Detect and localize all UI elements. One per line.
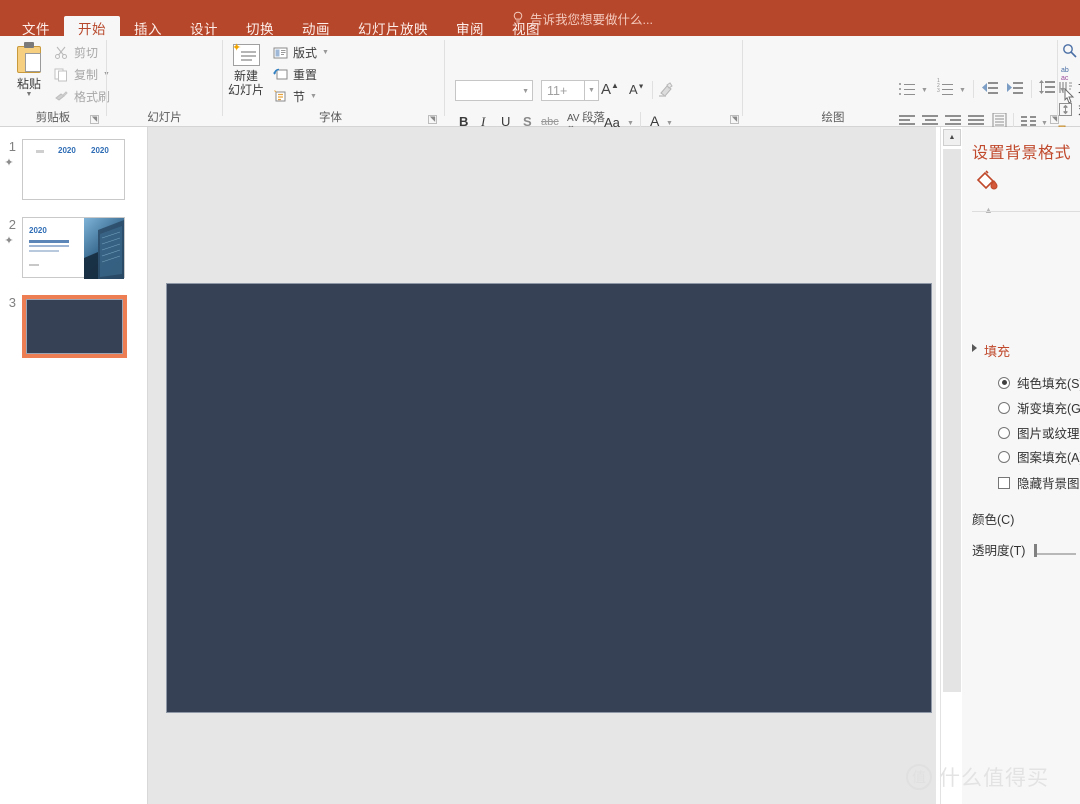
watermark: 值 什么值得买 — [906, 762, 1049, 792]
page-title: 设置背景格式 — [972, 145, 1072, 162]
ribbon-group-font: ▼ 11+ ▼ A▲ A▼ B I U S abc AV ↔ ▼ Aa ▼ A … — [223, 36, 673, 130]
slide-number: 3 — [8, 295, 16, 310]
slide-thumbnail-3[interactable] — [22, 295, 127, 358]
search-icon — [1063, 44, 1077, 58]
format-background-pane: 设置背景格式 ▲ 填充 纯色填充(S) 渐变填充(G) 图片或纹理填 图案填充(… — [962, 127, 1080, 804]
paintbrush-icon — [54, 89, 69, 104]
radio-icon[interactable] — [998, 450, 1010, 463]
lightbulb-icon — [512, 11, 524, 26]
font-group-label: 字体 — [319, 112, 342, 124]
radio-pattern-fill-label: 图案填充(A) — [1017, 451, 1080, 465]
slide-star-icon: ✦ — [4, 235, 14, 247]
color-field-label: 颜色(C) — [972, 513, 1015, 527]
copy-label: 复制 — [74, 68, 99, 82]
powerpoint-window: 文件 开始 插入 设计 切换 动画 幻灯片放映 审阅 视图 告诉我您想要做什么.… — [0, 0, 1080, 804]
watermark-logo: 值 — [906, 764, 932, 790]
ribbon-group-slides: ✦ 新建 幻灯片 版式 ▼ 重置 节 ▼ 幻灯片 — [107, 36, 329, 127]
clipboard-dialog-launcher[interactable]: ◥ — [90, 115, 99, 124]
paste-icon — [14, 42, 44, 74]
slide-number: 2 — [8, 217, 16, 232]
drawing-group-label: 绘图 — [821, 112, 845, 124]
radio-icon[interactable] — [998, 376, 1010, 389]
ribbon-group-paragraph: ▼ 123 ▼ ▼ 段落 ◥ — [445, 36, 1080, 140]
radio-solid-fill[interactable]: 纯色填充(S) — [998, 373, 1080, 392]
copy-icon — [54, 67, 69, 82]
copy-button[interactable]: 复制 ▼ — [54, 66, 110, 83]
radio-gradient-fill-label: 渐变填充(G) — [1017, 402, 1080, 416]
checkbox-icon[interactable] — [998, 476, 1010, 489]
font-dialog-launcher[interactable]: ◥ — [428, 115, 437, 124]
paste-button[interactable]: 粘贴 ▼ — [6, 40, 52, 108]
slide-star-icon: ✦ — [4, 157, 14, 169]
scrollbar-thumb[interactable] — [943, 149, 961, 692]
scroll-up-icon[interactable]: ▲ — [943, 129, 961, 146]
radio-picture-texture-fill-label: 图片或纹理填 — [1017, 427, 1080, 441]
canvas-vertical-scrollbar[interactable]: ▲ — [940, 127, 962, 804]
paragraph-group-label: 段落 — [582, 112, 605, 124]
find-button[interactable] — [1062, 43, 1078, 63]
checkbox-hide-background-graphics[interactable]: 隐藏背景图形 — [998, 473, 1080, 492]
transparency-slider-track[interactable] — [1036, 553, 1076, 555]
paste-dropdown-caret[interactable]: ▼ — [6, 91, 52, 98]
transparency-slider-knob[interactable] — [1034, 544, 1037, 557]
scissors-icon — [54, 45, 69, 60]
select-button[interactable] — [1063, 87, 1077, 108]
hide-background-graphics-label: 隐藏背景图形 — [1017, 477, 1080, 491]
ribbon-group-editing: ab ac — [1058, 36, 1080, 127]
chevron-up-icon[interactable]: ▲ — [984, 205, 993, 215]
fill-section-header[interactable]: 填充 — [984, 341, 1010, 360]
thumb1-text-2: 2020 — [91, 146, 109, 155]
ribbon-group-drawing: ▲ ▼ ▼ 排列 ▼ 快速样式 ▼ — [743, 36, 1059, 127]
thumb1-text-1: 2020 — [58, 146, 76, 155]
slide-thumbnail-2[interactable]: 2020 — [22, 217, 125, 279]
replace-button[interactable]: ab ac — [1061, 65, 1078, 86]
collapse-triangle-icon[interactable] — [972, 344, 977, 352]
slide-number: 1 — [8, 139, 16, 154]
thumb2-title: 2020 — [29, 226, 47, 235]
radio-icon[interactable] — [998, 401, 1010, 414]
transparency-field-label: 透明度(T) — [972, 544, 1026, 558]
paragraph-dialog-launcher[interactable]: ◥ — [730, 115, 739, 124]
radio-icon[interactable] — [998, 426, 1010, 439]
cursor-select-icon — [1064, 87, 1075, 104]
slides-group-label: 幻灯片 — [147, 112, 182, 124]
cut-button[interactable]: 剪切 — [54, 44, 98, 61]
radio-gradient-fill[interactable]: 渐变填充(G) — [998, 398, 1080, 417]
radio-picture-texture-fill[interactable]: 图片或纹理填 — [998, 423, 1080, 442]
tell-me-search[interactable]: 告诉我您想要做什么... — [512, 9, 653, 28]
slide-thumbnail-1[interactable]: 2020 2020 — [22, 139, 125, 200]
svg-text:ab: ab — [1061, 67, 1069, 74]
svg-text:ac: ac — [1061, 75, 1069, 81]
format-painter-label: 格式刷 — [74, 90, 111, 104]
divider — [972, 211, 1080, 212]
tell-me-label: 告诉我您想要做什么... — [530, 13, 653, 27]
slide-thumbnail-panel[interactable]: 1 ✦ 2020 2020 2 ✦ 2020 3 — [0, 127, 148, 804]
cut-label: 剪切 — [74, 46, 99, 60]
ribbon-tab-bar: 文件 开始 插入 设计 切换 动画 幻灯片放映 审阅 视图 告诉我您想要做什么.… — [0, 0, 1080, 44]
slide-canvas-area[interactable] — [148, 127, 936, 804]
ribbon-group-clipboard: 粘贴 ▼ 剪切 复制 ▼ 格式刷 — [0, 36, 110, 127]
watermark-text: 什么值得买 — [939, 767, 1049, 790]
replace-icon: abac — [1061, 67, 1069, 82]
fill-bucket-icon[interactable] — [974, 167, 1000, 193]
thumb2-image — [84, 218, 124, 279]
radio-pattern-fill[interactable]: 图案填充(A) — [998, 447, 1080, 466]
format-painter-button[interactable]: 格式刷 — [54, 88, 110, 105]
radio-solid-fill-label: 纯色填充(S) — [1017, 377, 1080, 391]
ribbon: 粘贴 ▼ 剪切 复制 ▼ 格式刷 — [0, 36, 1080, 140]
paste-label: 粘贴 — [16, 77, 41, 91]
current-slide[interactable] — [166, 283, 932, 713]
